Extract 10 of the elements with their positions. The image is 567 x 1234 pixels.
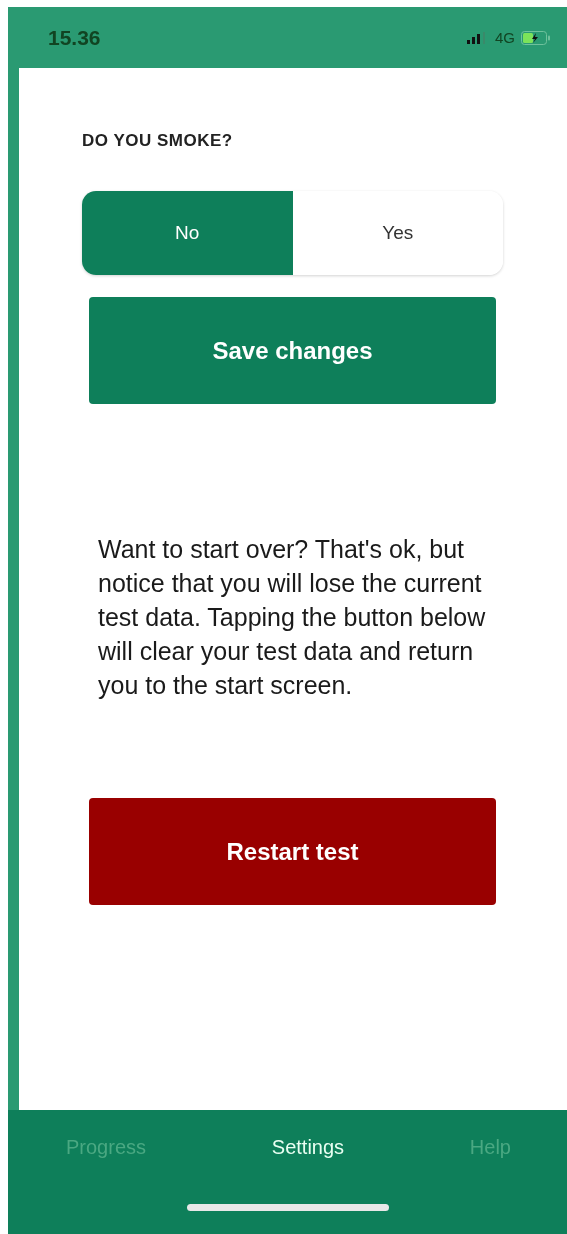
tab[interactable]: Settings xyxy=(265,1135,351,1160)
battery-charging-icon xyxy=(521,30,551,45)
restart-button[interactable]: Restart test xyxy=(89,798,496,905)
network-label: 4G xyxy=(495,29,515,46)
save-button[interactable]: Save changes xyxy=(89,297,496,404)
status-time: 15.36 xyxy=(48,25,101,50)
segment-option[interactable]: Yes xyxy=(292,191,503,275)
segment-option[interactable]: No xyxy=(82,191,293,275)
question-label: DO YOU SMOKE? xyxy=(82,131,233,151)
notice-text: Want to start over? That's ok, but notice that you will lose the current test data. Tapping the button below will clear your test data and return you to the start screen. xyxy=(98,534,487,701)
